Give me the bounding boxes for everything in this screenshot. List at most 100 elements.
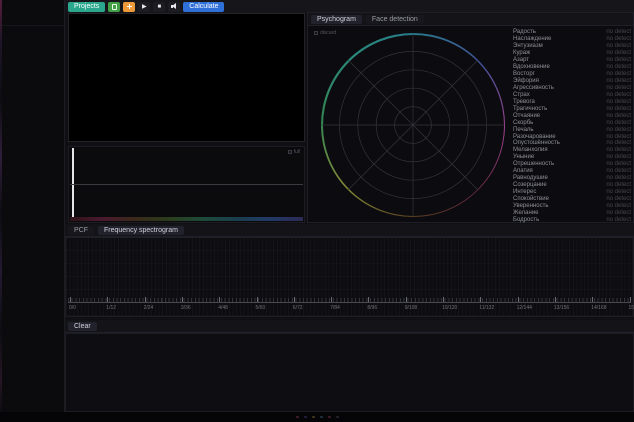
emotion-label: Разочарование — [513, 134, 556, 140]
axis-tick-label: 7/84 — [330, 305, 340, 311]
axis-tick — [406, 297, 407, 302]
psychogram-panel: Psychogram Face detection discard Радост… — [307, 12, 634, 223]
waveform-panel[interactable]: full — [68, 146, 305, 223]
emotion-row: Вдохновение no detect — [513, 64, 631, 71]
emotion-row: Радостьno detect — [513, 29, 631, 36]
emotion-list: Радостьno detectНаслаждениеno detectЭнту… — [513, 29, 631, 224]
emotion-label: Отрешенность — [513, 161, 554, 167]
emotion-value: no detect — [606, 71, 631, 77]
axis-tick — [257, 297, 258, 302]
emotion-row: Уверенностьno detect — [513, 202, 631, 209]
audio-button[interactable] — [168, 2, 180, 12]
emotion-row: Отрешенностьno detect — [513, 161, 631, 168]
axis-tick-label: 14/168 — [591, 305, 606, 311]
spectrogram-tab-row: PCF Frequency spectrogram — [65, 224, 634, 237]
emotion-row: Скорбь no detect — [513, 119, 631, 126]
calculate-button[interactable]: Calculate — [183, 2, 224, 12]
axis-tick — [331, 297, 332, 302]
axis-tick — [182, 297, 183, 302]
waveform-midline — [70, 184, 303, 185]
emotion-label: Вдохновение — [513, 64, 550, 70]
emotion-value: no detect — [606, 113, 631, 119]
taskbar-dot — [312, 416, 315, 418]
taskbar-dot — [304, 416, 307, 418]
emotion-value: no detect — [606, 120, 631, 126]
emotion-label: Интерес — [513, 189, 536, 195]
projects-button[interactable]: Projects — [68, 2, 105, 12]
taskbar-sliver — [0, 412, 634, 422]
axis-tick — [70, 297, 71, 302]
taskbar-dot — [336, 416, 339, 418]
emotion-label: Агрессивность — [513, 85, 554, 91]
emotion-label: Кураж — [513, 50, 530, 56]
tab-face-detection[interactable]: Face detection — [366, 15, 424, 24]
emotion-value: no detect — [606, 57, 631, 63]
emotion-row: Апатияno detect — [513, 168, 631, 175]
axis-tick-label: 15/180 — [629, 305, 634, 311]
tab-frequency-spectrogram[interactable]: Frequency spectrogram — [98, 226, 184, 235]
emotion-row: Меланхолияno detect — [513, 147, 631, 154]
emotion-label: Печаль — [513, 127, 534, 133]
emotion-label: Азарт — [513, 57, 529, 63]
emotion-value: no detect — [606, 168, 631, 174]
emotion-value: no detect — [606, 134, 631, 140]
axis-tick-label: 5/60 — [256, 305, 266, 311]
emotion-label: Скорбь — [513, 120, 533, 126]
emotion-row: Кураж no detect — [513, 50, 631, 57]
playhead-cursor[interactable] — [72, 148, 74, 218]
emotion-row: Созерцаниеno detect — [513, 182, 631, 189]
full-checkbox[interactable]: full — [288, 149, 300, 155]
sidebar-divider — [2, 25, 64, 26]
emotion-value: no detect — [606, 196, 631, 202]
emotion-label: Эйфория — [513, 78, 539, 84]
emotion-row: Азарт no detect — [513, 57, 631, 64]
emotion-row: Наслаждениеno detect — [513, 36, 631, 43]
axis-tick-label: 9/108 — [405, 305, 418, 311]
emotion-value: no detect — [606, 203, 631, 209]
axis-tick-label: 10/120 — [442, 305, 457, 311]
axis-tick — [294, 297, 295, 302]
emotion-value: no detect — [606, 64, 631, 70]
polar-grid — [308, 26, 508, 224]
axis-tick — [592, 297, 593, 302]
emotion-value: no detect — [606, 217, 631, 223]
clear-button[interactable]: Clear — [68, 322, 97, 331]
emotion-label: Созерцание — [513, 182, 547, 188]
emotion-row: Агрессивностьno detect — [513, 85, 631, 92]
emotion-value: no detect — [606, 147, 631, 153]
axis-tick — [107, 297, 108, 302]
stop-button[interactable]: ■ — [153, 2, 165, 12]
taskbar-dot — [328, 416, 331, 418]
axis-tick-label: 1/12 — [106, 305, 116, 311]
emotion-value: no detect — [606, 106, 631, 112]
emotion-row: Трагичностьno detect — [513, 105, 631, 112]
axis-tick-label: 0/0 — [69, 305, 76, 311]
emotion-value: no detect — [606, 175, 631, 181]
left-sidebar — [2, 0, 65, 412]
plus-icon — [127, 4, 132, 9]
add-button[interactable] — [123, 2, 135, 12]
axis-tick-label: 8/96 — [367, 305, 377, 311]
emotion-value: no detect — [606, 127, 631, 133]
taskbar-dot — [320, 416, 323, 418]
psychogram-tab-row: Psychogram Face detection — [308, 13, 633, 26]
checkbox-icon[interactable] — [288, 150, 292, 154]
emotion-value: no detect — [606, 50, 631, 56]
psychogram-chart: discard — [308, 26, 508, 224]
emotion-label: Отчаяние — [513, 113, 540, 119]
emotion-value: no detect — [606, 29, 631, 35]
axis-tick-label: 2/24 — [144, 305, 154, 311]
emotion-label: Страх — [513, 92, 530, 98]
emotion-row: Равнодушиеno detect — [513, 175, 631, 182]
tab-psychogram[interactable]: Psychogram — [311, 15, 362, 24]
play-button[interactable]: ▶ — [138, 2, 150, 12]
tab-pcf[interactable]: PCF — [68, 226, 94, 235]
emotion-value: no detect — [606, 154, 631, 160]
axis-line — [68, 302, 631, 303]
axis-tick-label: 13/156 — [554, 305, 569, 311]
emotion-row: Бодростьno detect — [513, 216, 631, 223]
open-file-button[interactable] — [108, 2, 120, 12]
emotion-value: no detect — [606, 140, 631, 146]
emotion-row: Разочарование no detect — [513, 133, 631, 140]
emotion-label: Опустошённость — [513, 140, 560, 146]
